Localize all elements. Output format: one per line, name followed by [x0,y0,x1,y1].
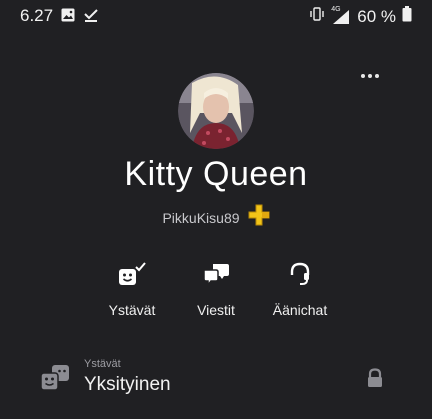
dot [368,74,372,78]
voice-chat-label: Äänichat [272,302,328,318]
profile-display-name: Kitty Queen [124,155,308,193]
more-options-button[interactable] [356,66,384,86]
friends-masks-icon [38,363,72,398]
online-id-row: PikkuKisu89 [0,204,432,231]
online-id: PikkuKisu89 [162,209,240,226]
messages-button[interactable]: Viestit [171,262,261,318]
image-icon [61,8,75,27]
avatar[interactable] [178,73,254,149]
headset-icon [287,261,313,292]
friend-added-icon [117,261,147,292]
voice-chat-button[interactable]: Äänichat [255,262,345,318]
status-time: 6.27 [20,6,54,25]
friends-button[interactable]: Ystävät [87,261,177,318]
dot [375,74,379,78]
status-bar: 6.27 4G 60 % [0,0,432,34]
battery-icon [402,6,412,27]
privacy-value: Yksityinen [84,374,171,395]
messages-icon [202,261,230,292]
friends-privacy-row[interactable]: Ystävät Yksityinen [0,350,432,410]
ps-plus-icon [248,204,270,231]
signal-icon: 4G [331,5,351,25]
dot [361,74,365,78]
lock-icon [366,368,384,393]
battery-percent: 60 % [357,6,396,26]
friends-label: Ystävät [108,302,156,318]
network-type: 4G [331,5,341,13]
download-done-icon [83,7,99,28]
privacy-caption: Ystävät [84,358,121,370]
vibrate-icon [309,6,325,27]
messages-label: Viestit [197,302,235,318]
